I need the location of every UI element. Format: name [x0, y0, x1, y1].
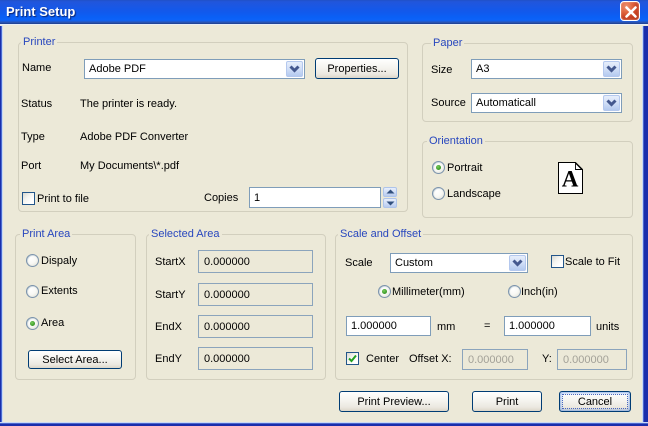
svg-text:A: A	[562, 167, 579, 192]
